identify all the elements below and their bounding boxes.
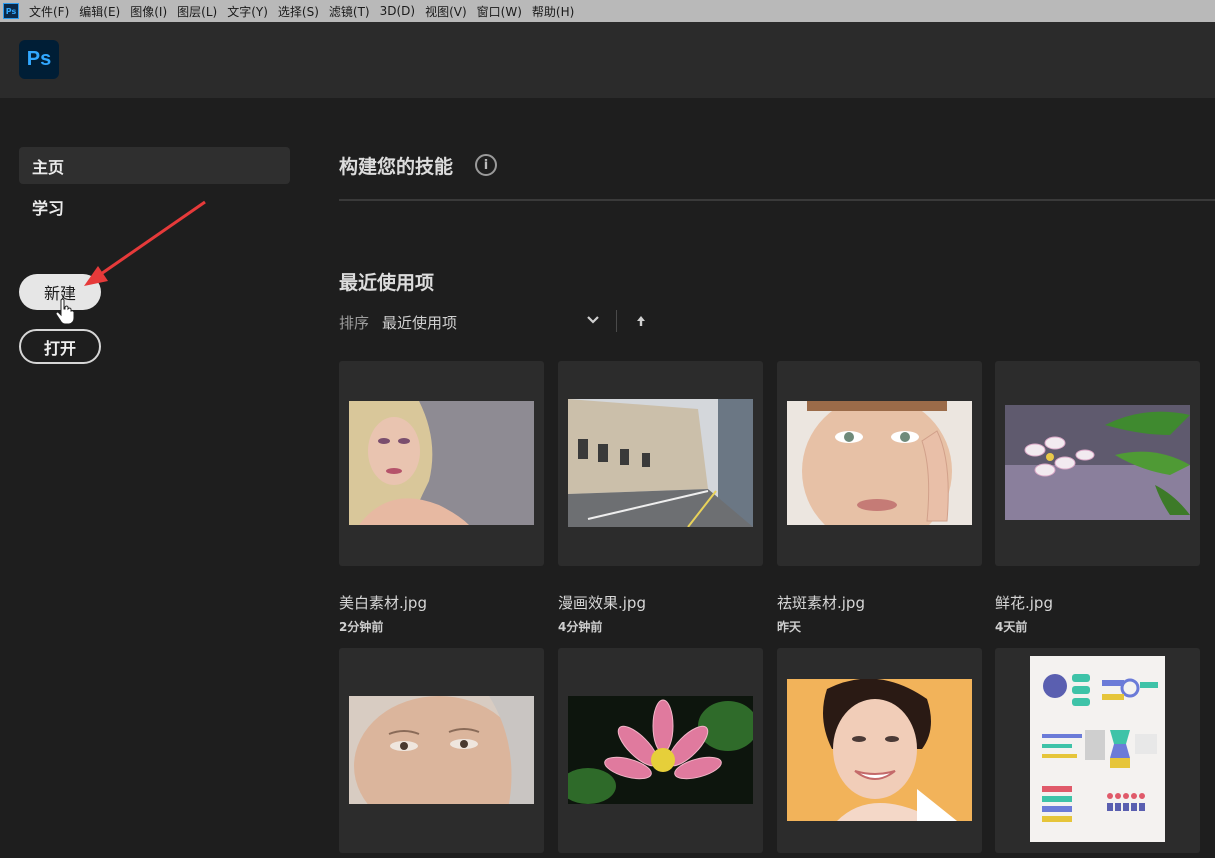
thumbnail-image	[1030, 656, 1165, 842]
menu-select[interactable]: 选择(S)	[278, 3, 319, 20]
menu-layer[interactable]: 图层(L)	[177, 3, 217, 20]
recent-file-card[interactable]	[558, 648, 763, 853]
recent-file-card[interactable]	[339, 648, 544, 853]
open-button[interactable]: 打开	[19, 329, 101, 364]
recent-section-title: 最近使用项	[339, 272, 435, 294]
recent-file-card[interactable]	[339, 361, 544, 566]
menu-filter[interactable]: 滤镜(T)	[329, 3, 370, 20]
menu-help[interactable]: 帮助(H)	[532, 3, 574, 20]
main-content: 构建您的技能 i 最近使用项 排序 最近使用项 美白素材.jpg 2分钟前 漫画…	[310, 98, 1215, 858]
thumbnail-image	[787, 401, 972, 525]
menu-bar: Ps 文件(F) 编辑(E) 图像(I) 图层(L) 文字(Y) 选择(S) 滤…	[0, 0, 1215, 22]
sidebar-item-home[interactable]: 主页	[19, 147, 290, 184]
thumbnail-image	[349, 401, 534, 525]
file-timestamp: 2分钟前	[339, 620, 384, 634]
photoshop-logo: Ps	[19, 40, 59, 79]
recent-file-card[interactable]	[995, 648, 1200, 853]
sidebar: 主页 学习 新建 打开	[0, 98, 310, 858]
menu-3d[interactable]: 3D(D)	[380, 4, 415, 18]
skills-section-title: 构建您的技能	[339, 156, 454, 178]
divider	[339, 199, 1215, 201]
file-timestamp: 4分钟前	[558, 620, 603, 634]
recent-file-card[interactable]	[558, 361, 763, 566]
menu-edit[interactable]: 编辑(E)	[79, 3, 120, 20]
divider	[616, 310, 617, 332]
recent-file-card[interactable]	[777, 361, 982, 566]
thumbnail-image	[568, 399, 753, 527]
app-header: Ps	[0, 22, 1215, 98]
chevron-down-icon[interactable]	[585, 312, 601, 328]
recent-file-card[interactable]	[995, 361, 1200, 566]
thumbnail-image	[568, 696, 753, 804]
menu-file[interactable]: 文件(F)	[29, 3, 69, 20]
file-name[interactable]: 祛斑素材.jpg	[777, 592, 865, 613]
sidebar-item-learn[interactable]: 学习	[19, 188, 290, 225]
recent-file-card[interactable]	[777, 648, 982, 853]
sort-dropdown[interactable]: 最近使用项	[382, 312, 457, 333]
menu-window[interactable]: 窗口(W)	[477, 3, 522, 20]
sidebar-item-label: 主页	[32, 157, 65, 177]
menu-type[interactable]: 文字(Y)	[227, 3, 268, 20]
info-icon[interactable]: i	[475, 154, 497, 176]
file-name[interactable]: 美白素材.jpg	[339, 592, 427, 613]
sidebar-item-label: 学习	[32, 198, 65, 218]
thumbnail-image	[349, 696, 534, 804]
sort-direction-icon[interactable]	[635, 314, 647, 328]
sort-label: 排序	[339, 314, 370, 332]
thumbnail-image	[1005, 405, 1190, 520]
photoshop-app-icon: Ps	[3, 3, 19, 19]
menu-image[interactable]: 图像(I)	[130, 3, 167, 20]
menu-view[interactable]: 视图(V)	[425, 3, 467, 20]
file-name[interactable]: 鲜花.jpg	[995, 592, 1053, 613]
file-timestamp: 昨天	[777, 620, 802, 634]
file-name[interactable]: 漫画效果.jpg	[558, 592, 646, 613]
thumbnail-image	[787, 679, 972, 821]
file-timestamp: 4天前	[995, 620, 1028, 634]
hand-cursor-icon	[55, 298, 75, 324]
